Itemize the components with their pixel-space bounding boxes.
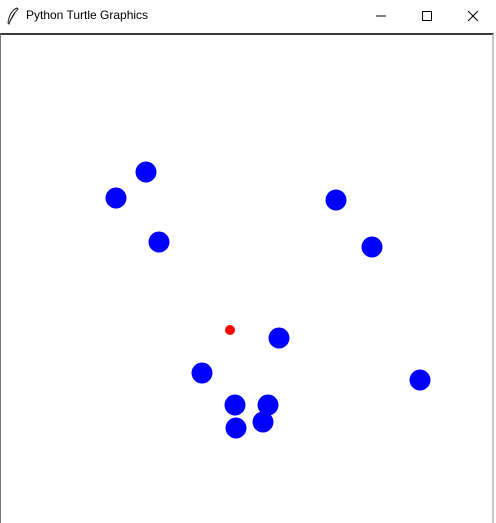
pen-dot xyxy=(225,325,235,335)
turtle-stamp xyxy=(361,236,383,258)
minimize-icon xyxy=(376,15,386,17)
close-icon xyxy=(467,10,479,22)
maximize-button[interactable] xyxy=(404,0,450,32)
turtle-stamp xyxy=(224,394,246,416)
turtle-stamp xyxy=(325,189,347,211)
feather-icon xyxy=(7,7,19,25)
turtle-stamp xyxy=(225,417,247,439)
turtle-stamp xyxy=(252,411,274,433)
turtle-window: Python Turtle Graphics xyxy=(0,0,496,523)
turtle-stamp xyxy=(409,369,431,391)
minimize-button[interactable] xyxy=(358,0,404,32)
turtle-stamp xyxy=(135,161,157,183)
turtle-stamp xyxy=(148,231,170,253)
window-title: Python Turtle Graphics xyxy=(26,8,149,22)
close-button[interactable] xyxy=(450,0,496,32)
title-bar[interactable]: Python Turtle Graphics xyxy=(0,0,496,32)
turtle-stamp xyxy=(268,327,290,349)
turtle-stamp xyxy=(191,362,213,384)
maximize-icon xyxy=(422,11,432,21)
turtle-stamp xyxy=(105,187,127,209)
turtle-canvas[interactable] xyxy=(1,35,492,523)
